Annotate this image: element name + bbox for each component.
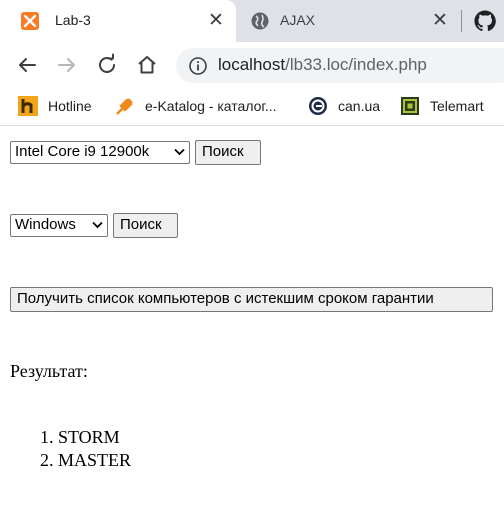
list-item-text: MASTER	[58, 450, 132, 470]
cpu-select[interactable]: Intel Core i9 12900k	[10, 141, 190, 164]
reload-icon[interactable]	[95, 53, 119, 77]
cpu-select-value: Intel Core i9 12900k	[15, 143, 150, 160]
list-item-number: 2.	[40, 450, 58, 470]
chevron-down-icon	[174, 148, 185, 156]
list-item: 1. STORM	[40, 427, 131, 450]
tab-lab-3[interactable]: Lab-3 ✕	[0, 0, 236, 42]
globe-icon	[251, 12, 269, 30]
tab-title: Lab-3	[55, 12, 91, 28]
chevron-down-icon	[92, 221, 103, 229]
close-tab-icon[interactable]: ✕	[431, 11, 449, 30]
expired-warranty-button[interactable]: Получить список компьютеров с истекшим с…	[10, 287, 493, 312]
bookmark-label: Telemart	[430, 98, 484, 114]
xampp-icon	[21, 12, 39, 30]
site-info-icon[interactable]	[188, 56, 208, 76]
results-list: 1. STORM 2. MASTER	[40, 427, 131, 473]
github-icon[interactable]	[474, 10, 496, 32]
bookmark-label: can.ua	[338, 98, 381, 114]
bookmarks-bar: Hotline e-Katalog - каталог... can.ua Te…	[0, 88, 504, 126]
bookmark-label: Hotline	[48, 98, 92, 114]
url-host: localhost	[218, 55, 286, 74]
home-icon[interactable]	[135, 53, 159, 77]
os-select-value: Windows	[15, 216, 76, 233]
list-item: 2. MASTER	[40, 450, 131, 473]
back-icon[interactable]	[15, 53, 39, 77]
cpu-search-button[interactable]: Поиск	[195, 140, 261, 165]
os-select[interactable]: Windows	[10, 214, 108, 237]
tab-separator	[461, 10, 462, 32]
tab-title: AJAX	[280, 12, 316, 28]
url-text: localhost/lb33.loc/index.php	[218, 55, 427, 75]
list-item-text: STORM	[58, 427, 120, 447]
bookmark-label: e-Katalog - каталог...	[145, 98, 277, 114]
tab-strip: Lab-3 ✕ AJAX ✕	[0, 0, 504, 42]
canua-icon	[309, 97, 327, 115]
browser-toolbar: localhost/lb33.loc/index.php	[0, 42, 504, 88]
list-item-number: 1.	[40, 427, 58, 447]
result-label: Результат:	[10, 361, 88, 381]
close-tab-icon[interactable]: ✕	[207, 11, 225, 30]
forward-icon[interactable]	[55, 53, 79, 77]
hotline-icon	[18, 96, 38, 116]
ekatalog-icon	[116, 98, 133, 115]
tab-ajax[interactable]: AJAX ✕	[240, 0, 458, 42]
address-bar[interactable]: localhost/lb33.loc/index.php	[176, 48, 504, 83]
os-search-button[interactable]: Поиск	[113, 213, 178, 238]
telemart-icon	[401, 97, 419, 115]
page-content: Intel Core i9 12900k Поиск Windows Поиск…	[0, 127, 504, 509]
url-path: /lb33.loc/index.php	[285, 55, 427, 74]
